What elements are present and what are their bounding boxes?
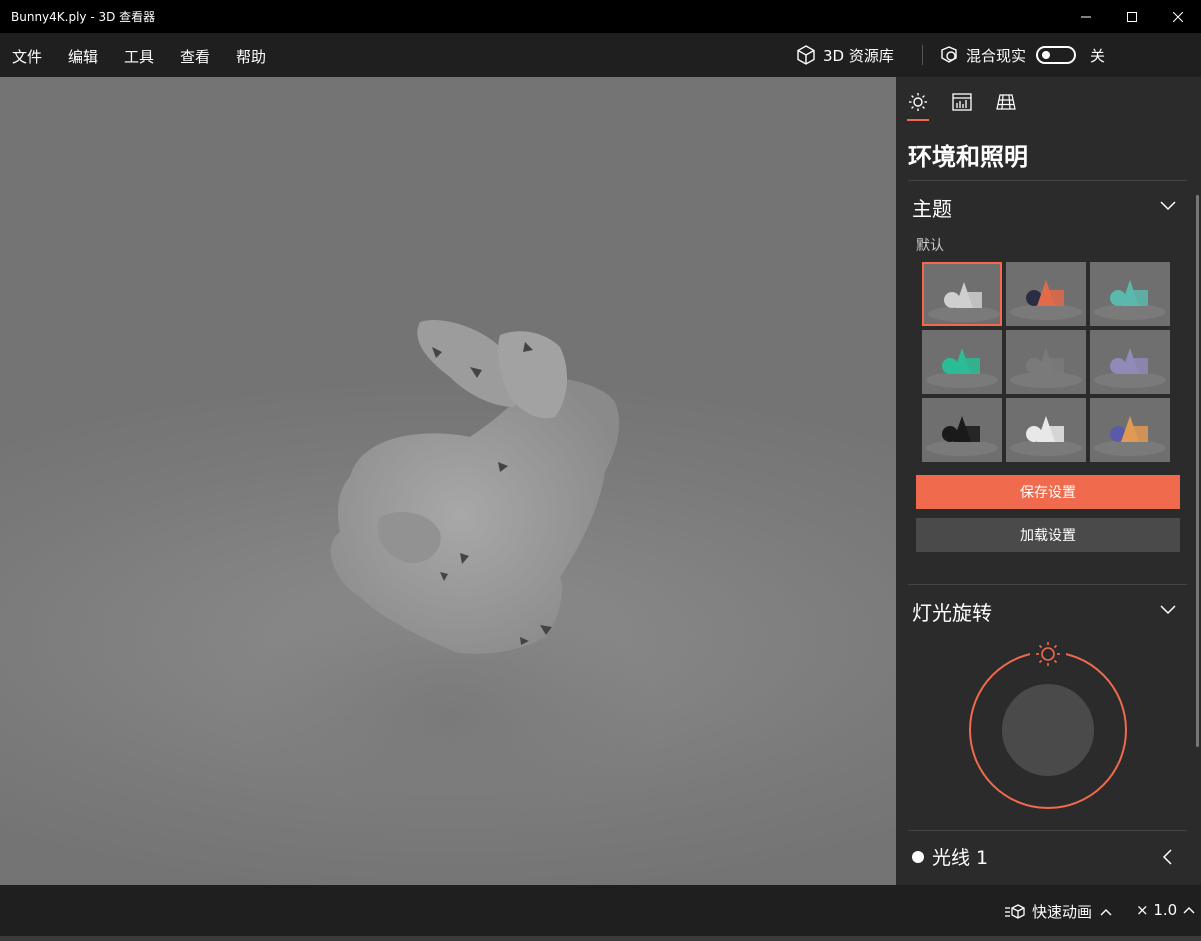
divider (908, 584, 1187, 585)
theme-thumbnail[interactable] (922, 398, 1002, 462)
toggle-knob (1042, 51, 1051, 59)
minimize-button[interactable] (1063, 0, 1109, 33)
menu-view[interactable]: 查看 (180, 46, 210, 67)
active-tab-indicator (907, 119, 929, 121)
theme-thumbnail[interactable] (1090, 262, 1170, 326)
theme-thumbnail[interactable] (922, 262, 1002, 326)
bottom-bar: 快速动画 × 1.0 (0, 885, 1201, 941)
theme-thumbnail[interactable] (1006, 398, 1086, 462)
theme-subheading: 默认 (916, 238, 944, 254)
menu-tools[interactable]: 工具 (124, 46, 154, 67)
tab-stats[interactable] (951, 91, 973, 113)
minimize-icon (1081, 16, 1091, 17)
theme-preview-icon (928, 282, 1000, 322)
sun-icon (909, 93, 927, 111)
3d-viewport[interactable] (0, 77, 896, 885)
theme-preview-icon (1094, 416, 1166, 456)
theme-section-heading[interactable]: 主题 (912, 193, 952, 222)
library-label: 3D 资源库 (823, 46, 894, 65)
close-icon (1173, 11, 1183, 22)
save-settings-button[interactable]: 保存设置 (916, 475, 1180, 509)
light-item[interactable]: 光线 1 (912, 843, 988, 870)
menu-file[interactable]: 文件 (12, 46, 42, 67)
light-item-label: 光线 1 (932, 847, 989, 869)
mixed-reality-label: 混合现实 (966, 46, 1027, 65)
chevron-up-icon (1100, 908, 1112, 915)
theme-grid (922, 262, 1170, 462)
chevron-up-icon (1183, 907, 1195, 914)
theme-preview-icon (1094, 348, 1166, 388)
taskbar-strip (0, 936, 1201, 941)
cube-icon (797, 45, 815, 65)
divider (908, 830, 1187, 831)
menu-help[interactable]: 帮助 (236, 46, 266, 67)
toggle-state: 关 (1090, 46, 1106, 65)
mixed-reality-icon (941, 46, 957, 63)
load-settings-button[interactable]: 加载设置 (916, 518, 1180, 552)
stats-icon (952, 93, 972, 111)
speed-label: × 1.0 (1136, 901, 1178, 919)
theme-preview-icon (1094, 280, 1166, 320)
theme-preview-icon (926, 348, 998, 388)
title-bar: Bunny4K.ply - 3D 查看器 (0, 0, 1201, 33)
theme-thumbnail[interactable] (1090, 398, 1170, 462)
theme-thumbnail[interactable] (1090, 330, 1170, 394)
light-color-dot (912, 850, 924, 863)
chevron-left-icon[interactable] (1162, 849, 1172, 865)
divider (908, 180, 1187, 181)
tab-grid[interactable] (995, 91, 1017, 113)
panel-scrollbar[interactable] (1196, 195, 1199, 747)
light-rotation-heading[interactable]: 灯光旋转 (912, 597, 992, 626)
animation-label: 快速动画 (1032, 903, 1093, 921)
theme-preview-icon (1010, 416, 1082, 456)
speed-button[interactable]: × 1.0 (1136, 901, 1195, 919)
menu-edit[interactable]: 编辑 (68, 46, 98, 67)
theme-preview-icon (926, 416, 998, 456)
theme-thumbnail[interactable] (1006, 262, 1086, 326)
menu-separator (922, 45, 923, 65)
theme-thumbnail[interactable] (922, 330, 1002, 394)
close-button[interactable] (1155, 0, 1201, 33)
maximize-button[interactable] (1109, 0, 1155, 33)
bunny-model (240, 319, 660, 857)
theme-thumbnail[interactable] (1006, 330, 1086, 394)
chevron-down-icon[interactable] (1160, 201, 1176, 211)
toggle-switch[interactable] (1036, 46, 1077, 64)
quick-animation-button[interactable]: 快速动画 (1004, 901, 1112, 922)
grid-icon (996, 94, 1016, 110)
mixed-reality-toggle[interactable]: 混合现实 关 (938, 44, 1105, 66)
theme-preview-icon (1010, 348, 1082, 388)
tab-environment[interactable] (907, 91, 929, 113)
window-title: Bunny4K.ply - 3D 查看器 (11, 10, 156, 24)
dial-center (1002, 684, 1094, 776)
panel-title: 环境和照明 (908, 143, 1028, 171)
3d-library-button[interactable]: 3D 资源库 (795, 44, 894, 66)
light-rotation-dial[interactable] (968, 633, 1128, 813)
menu-bar: 文件 编辑 工具 查看 帮助 3D 资源库 混合现实 关 (0, 33, 1201, 77)
chevron-down-icon[interactable] (1160, 605, 1176, 615)
animation-icon (1005, 903, 1025, 919)
theme-preview-icon (1010, 280, 1082, 320)
maximize-icon (1127, 11, 1137, 22)
environment-panel: 环境和照明 主题 默认 保存设置 加载设置 灯光旋转 光线 1 (896, 77, 1201, 885)
